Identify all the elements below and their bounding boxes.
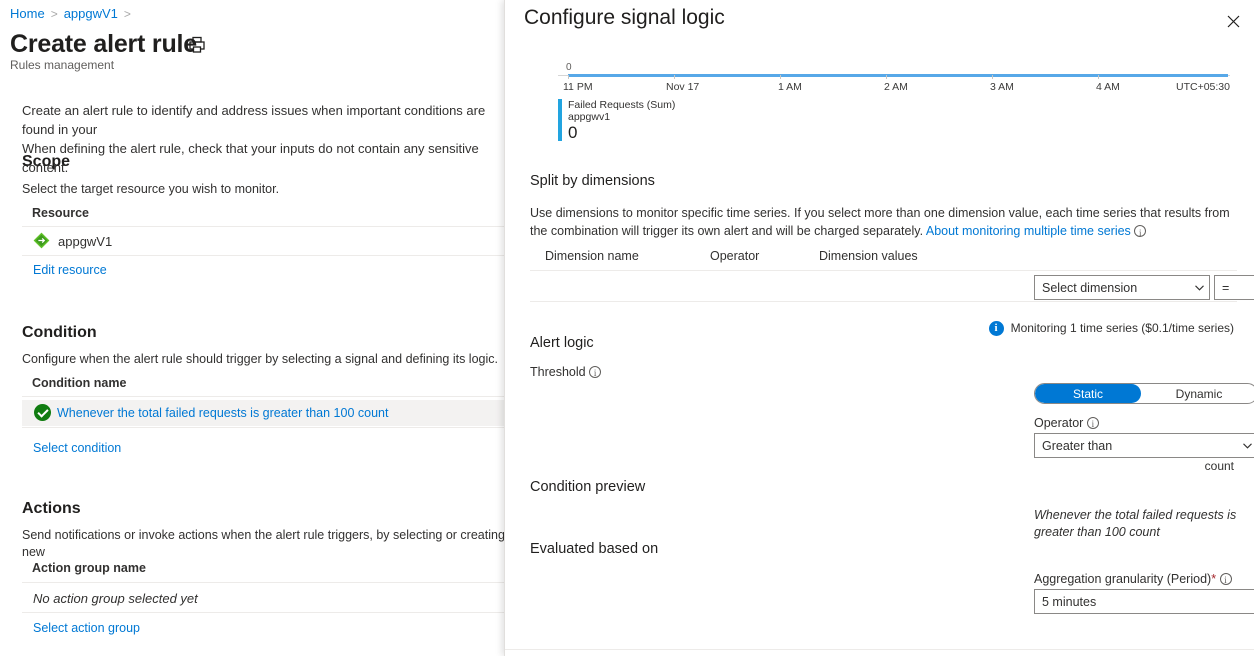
granularity-label-text: Aggregation granularity (Period) [1034,572,1212,586]
threshold-dynamic-option[interactable]: Dynamic [1141,384,1254,403]
scope-divider-top [22,226,520,227]
split-description-line-2: combination will trigger its own alert a… [550,224,924,238]
chart-xlabel-4: 3 AM [990,81,1014,93]
operator-select[interactable]: = [1214,275,1254,300]
actions-column-header: Action group name [32,561,146,575]
threshold-unit-label: count [1204,459,1234,473]
condition-divider-top [22,396,520,397]
info-icon-granularity[interactable] [1219,572,1232,588]
condition-column-header: Condition name [32,376,127,390]
info-icon[interactable] [1134,224,1147,242]
alert-operator-value: Greater than [1042,438,1113,453]
aggregation-granularity-select[interactable]: 5 minutes [1034,589,1254,614]
threshold-label-text: Threshold [530,365,586,379]
condition-row-label[interactable]: Whenever the total failed requests is gr… [57,405,388,421]
alert-operator-select[interactable]: Greater than [1034,433,1254,458]
actions-description: Send notifications or invoke actions whe… [22,528,516,559]
chart-tick-3 [886,75,887,79]
chart-tick-1 [674,75,675,79]
threshold-label: Threshold [530,364,602,381]
app-root: Home > appgwV1 > Create alert rule Rules ma… [0,0,1254,656]
condition-heading: Condition [22,324,97,341]
granularity-label: Aggregation granularity (Period)* [1034,571,1232,588]
chart-legend-color-swatch [558,99,562,141]
chart-xlabel-1: Nov 17 [666,81,700,93]
condition-description: Configure when the alert rule should tri… [22,352,498,366]
page-subtitle: Rules management [10,58,115,72]
metric-chart: 0 11 PM Nov 17 1 AM 2 AM 3 AM 4 AM UTC+0… [558,62,1230,147]
threshold-toggle[interactable]: Static Dynamic [1034,383,1254,404]
scope-heading: Scope [22,153,71,170]
scope-column-header: Resource [32,206,89,220]
actions-divider-bottom [22,612,520,613]
chart-xlabel-5: 4 AM [1096,81,1120,93]
aggregation-granularity-value: 5 minutes [1042,594,1097,609]
evaluated-based-on-heading: Evaluated based on [530,541,659,557]
create-alert-rule-blade: Home > appgwV1 > Create alert rule Rules ma… [0,0,520,656]
close-icon[interactable] [1218,6,1248,36]
page-title: Create alert rule [10,30,197,58]
scope-divider-bottom [22,255,520,256]
chart-series-line [568,74,1228,77]
condition-divider-bottom [22,427,520,428]
about-monitoring-link[interactable]: About monitoring multiple time series [926,224,1131,238]
info-icon-threshold[interactable] [589,365,602,381]
granularity-required-marker: * [1211,572,1217,586]
breadcrumb-resource[interactable]: appgwV1 [64,6,118,21]
chart-tick-0 [568,75,569,79]
scope-resource-name: appgwV1 [58,234,113,249]
monitoring-notice: Monitoring 1 time series ($0.1/time seri… [988,320,1234,336]
col-dimension-values: Dimension values [819,249,918,263]
info-filled-icon [988,320,1004,336]
breadcrumb-home[interactable]: Home [10,6,45,21]
dimension-name-select[interactable]: Select dimension [1034,275,1210,300]
select-action-group-link[interactable]: Select action group [33,621,140,635]
print-icon[interactable] [186,34,208,56]
operator-select-value: = [1222,280,1230,295]
chart-xlabel-3: 2 AM [884,81,908,93]
chart-xlabel-0: 11 PM [563,81,593,93]
chart-xlabel-2: 1 AM [778,81,802,93]
col-operator: Operator [710,249,760,263]
chart-tick-5 [1098,75,1099,79]
dimension-name-select-value: Select dimension [1042,280,1138,295]
action-group-empty-text: No action group selected yet [33,591,198,606]
split-by-dimensions-description: Use dimensions to monitor specific time … [530,204,1230,242]
panel-title: Configure signal logic [524,6,725,29]
panel-footer-divider [505,649,1254,650]
breadcrumb-separator-icon-2: > [123,7,131,21]
chart-legend-value: 0 [568,123,578,142]
threshold-static-option[interactable]: Static [1035,384,1141,403]
application-gateway-icon [33,232,50,249]
monitoring-notice-text: Monitoring 1 time series ($0.1/time seri… [1010,321,1234,335]
scope-description: Select the target resource you wish to m… [22,182,280,196]
split-by-dimensions-heading: Split by dimensions [530,173,655,189]
dimensions-divider-top [530,270,1237,271]
check-circle-icon [34,404,51,421]
chart-ytick-0: 0 [566,62,572,73]
operator-field-label-text: Operator [1034,416,1084,430]
actions-divider-top [22,582,520,583]
actions-heading: Actions [22,500,81,517]
chart-timezone-label: UTC+05:30 [1176,81,1230,93]
chevron-down-icon-4 [1243,442,1252,449]
intro-line-1: Create an alert rule to identify and add… [22,103,486,137]
intro-line-2: When defining the alert rule, check that… [22,141,479,175]
col-dimension-name: Dimension name [545,249,639,263]
breadcrumb: Home > appgwV1 > [10,6,137,22]
dimensions-divider-bottom [530,301,1237,302]
chart-tick-2 [780,75,781,79]
condition-preview-heading: Condition preview [530,479,646,495]
condition-preview-text: Whenever the total failed requests is gr… [1034,508,1237,539]
configure-signal-logic-panel: Configure signal logic 0 11 PM Nov 17 1 … [504,0,1254,656]
chevron-down-icon [1195,284,1204,291]
chart-tick-4 [992,75,993,79]
intro-text: Create an alert rule to identify and add… [22,101,512,177]
info-icon-operator[interactable] [1086,416,1099,432]
alert-logic-heading: Alert logic [530,335,594,351]
breadcrumb-separator-icon: > [50,7,58,21]
select-condition-link[interactable]: Select condition [33,441,121,455]
operator-field-label: Operator [1034,415,1099,432]
edit-resource-link[interactable]: Edit resource [33,263,107,277]
